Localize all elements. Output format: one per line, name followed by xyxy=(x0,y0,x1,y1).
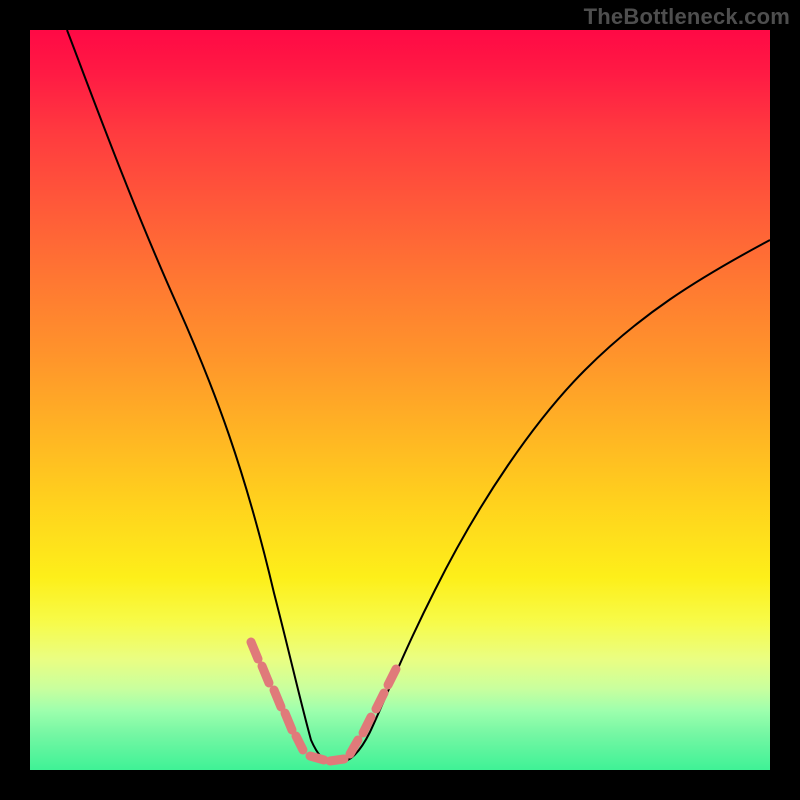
marker-dash xyxy=(251,642,258,659)
marker-dash xyxy=(262,666,269,683)
marker-dash xyxy=(310,756,324,760)
watermark-text: TheBottleneck.com xyxy=(584,4,790,30)
marker-dash xyxy=(388,669,396,685)
salmon-dashes-group xyxy=(251,642,396,761)
curve-layer xyxy=(30,30,770,770)
plot-area xyxy=(30,30,770,770)
marker-dash xyxy=(274,690,281,707)
marker-dash xyxy=(330,759,344,761)
marker-dash xyxy=(296,736,303,750)
chart-frame: TheBottleneck.com xyxy=(0,0,800,800)
bottleneck-curve xyxy=(67,30,770,762)
marker-dash xyxy=(285,713,292,730)
marker-dash xyxy=(376,693,384,709)
